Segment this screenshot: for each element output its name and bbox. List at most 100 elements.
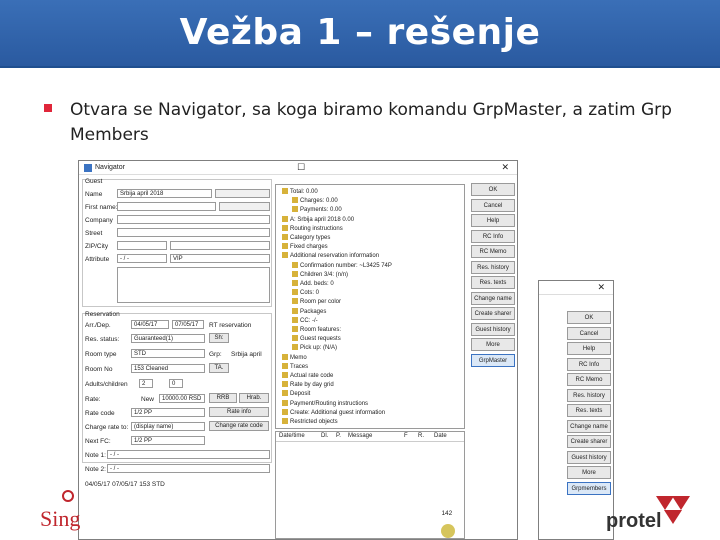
tree-item[interactable]: Rate by day grid — [282, 381, 334, 388]
tree-item[interactable]: Add. beds: 0 — [292, 280, 334, 287]
attribute-field[interactable]: - / - — [117, 254, 167, 263]
button-help[interactable]: Help — [471, 214, 515, 227]
button-change-name[interactable]: Change name — [471, 291, 515, 305]
button-res-texts[interactable]: Res. texts — [471, 276, 515, 289]
vip-field[interactable]: VIP — [170, 254, 270, 263]
tree-item[interactable]: Fixed charges — [282, 243, 328, 250]
navigator-tree[interactable]: Total: 0.00 Charges: 0.00 Payments: 0.00 A:… — [275, 184, 465, 429]
button-create-sharer[interactable]: Create sharer — [471, 307, 515, 320]
name-extra-field[interactable] — [215, 189, 270, 198]
button-rc-memo[interactable]: RC Memo — [471, 245, 515, 258]
street-field[interactable] — [117, 228, 270, 237]
company-field[interactable] — [117, 215, 270, 224]
folder-icon — [282, 408, 288, 415]
grid-column-header[interactable]: Date — [434, 433, 447, 439]
tree-item[interactable]: Confirmation number: ~L3425 74P — [292, 261, 392, 269]
tree-item[interactable]: A: Srbija april 2018 0.00 — [282, 215, 354, 223]
tree-item[interactable]: Cots: 0 — [292, 289, 319, 296]
button-ok[interactable]: OK — [471, 183, 515, 196]
button-rc-info[interactable]: RC Info — [471, 229, 515, 243]
grid-column-header[interactable]: P. — [336, 433, 341, 439]
tree-item[interactable]: Additional reservation information — [282, 252, 379, 259]
button-change-name[interactable]: Change name — [567, 419, 611, 433]
name-label: Name — [85, 191, 103, 198]
note2-field[interactable]: - / - — [107, 464, 270, 473]
new-checkbox-label[interactable]: New — [141, 396, 154, 403]
hrab-button[interactable]: Hrab. — [239, 393, 269, 403]
rate-code-label: Rate code — [85, 410, 115, 417]
app-icon — [84, 163, 92, 172]
tree-item[interactable]: Deposit — [282, 390, 310, 397]
grid-column-header[interactable]: Date/time — [279, 433, 305, 439]
button-more[interactable]: More — [567, 466, 611, 479]
city-field[interactable] — [170, 241, 270, 250]
message-grid[interactable]: Date/time Dl. P. Message F R. Date 142 — [275, 431, 465, 539]
button-rc-memo[interactable]: RC Memo — [567, 373, 611, 386]
tree-item[interactable]: Payment/Routing instructions — [282, 399, 368, 407]
note1-field[interactable]: - / - — [107, 450, 270, 459]
button-create-sharer[interactable]: Create sharer — [567, 435, 611, 448]
button-help[interactable]: Help — [567, 342, 611, 355]
tree-item[interactable]: Traces — [282, 362, 308, 370]
tree-item[interactable]: Total: 0.00 — [282, 188, 318, 195]
tree-item-label: Memo — [290, 354, 307, 361]
compass-icon[interactable] — [441, 524, 456, 538]
zip-field[interactable] — [117, 241, 167, 250]
tree-item[interactable]: Packages — [292, 307, 326, 315]
button-more[interactable]: More — [471, 338, 515, 351]
button-ok[interactable]: OK — [567, 311, 611, 324]
adults-field[interactable]: 2 — [139, 379, 153, 388]
room-no-field[interactable]: 153 Cleaned — [131, 364, 205, 373]
button-cancel[interactable]: Cancel — [567, 326, 611, 340]
close-icon-2[interactable]: ✕ — [597, 282, 605, 293]
tree-item[interactable]: Payments: 0.00 — [292, 206, 342, 213]
grid-column-header[interactable]: F — [404, 433, 408, 439]
maximize-icon[interactable]: ☐ — [297, 162, 305, 173]
button-guest-history[interactable]: Guest history — [567, 450, 611, 464]
tree-item[interactable]: Actual rate code — [282, 372, 333, 379]
tree-item[interactable]: Guest requests — [292, 335, 341, 342]
button-res-texts[interactable]: Res. texts — [567, 404, 611, 417]
tree-item[interactable]: Children 3/4: (n/n) — [292, 270, 348, 278]
tree-item[interactable]: Restricted objects — [282, 418, 338, 425]
folder-icon — [292, 316, 298, 323]
button-grpmaster[interactable]: GrpMaster — [471, 353, 515, 367]
tree-item[interactable]: Memo — [282, 353, 307, 361]
first-name-extra[interactable] — [219, 202, 270, 211]
button-res-history[interactable]: Res. history — [567, 388, 611, 402]
first-name-field[interactable] — [117, 202, 216, 211]
rate-field[interactable]: 10000.00 RSD — [159, 394, 205, 403]
ta-button[interactable]: TA. — [209, 363, 229, 373]
sh-button[interactable]: Sh: — [209, 333, 229, 343]
tree-item[interactable]: Room per color — [292, 298, 341, 305]
children-field[interactable]: 0 — [169, 379, 183, 388]
grid-column-header[interactable]: Message — [348, 433, 372, 439]
button-guest-history[interactable]: Guest history — [471, 322, 515, 336]
tree-item[interactable]: CC: -/- — [292, 316, 318, 324]
res-status-select[interactable]: Guaranteed(1) — [131, 334, 205, 343]
room-type-select[interactable]: STD — [131, 349, 205, 358]
next-fc-field[interactable]: 1/2 PP — [131, 436, 205, 445]
button-grp-members[interactable]: Grp​members — [567, 481, 611, 495]
tree-item[interactable]: Create: Additional guest information — [282, 408, 385, 416]
tree-item[interactable]: Room features: — [292, 326, 341, 333]
button-cancel[interactable]: Cancel — [471, 198, 515, 212]
tree-item[interactable]: Routing instructions — [282, 224, 343, 232]
rate-info-button[interactable]: Rate info — [209, 407, 269, 417]
grid-column-header[interactable]: R. — [418, 433, 424, 439]
tree-item[interactable]: Pick up: (N/A) — [292, 344, 337, 351]
rrb-button[interactable]: RRB — [209, 393, 237, 403]
tree-item[interactable]: Category types — [282, 234, 330, 241]
button-rc-info[interactable]: RC Info — [567, 357, 611, 371]
guest-notes[interactable] — [117, 267, 270, 303]
arrival-field[interactable]: 04/05/17 — [131, 320, 169, 329]
name-field[interactable]: Srbija april 2018 — [117, 189, 212, 198]
grid-column-header[interactable]: Dl. — [321, 433, 328, 439]
rate-code-field[interactable]: 1/2 PP — [131, 408, 205, 417]
close-icon[interactable]: ✕ — [501, 162, 509, 173]
departure-field[interactable]: 07/05/17 — [172, 320, 204, 329]
charge-select[interactable]: (display name) — [131, 422, 205, 431]
tree-item[interactable]: Charges: 0.00 — [292, 197, 338, 204]
button-res-history[interactable]: Res. history — [471, 260, 515, 274]
change-rate-code-button[interactable]: Change rate code — [209, 421, 269, 431]
